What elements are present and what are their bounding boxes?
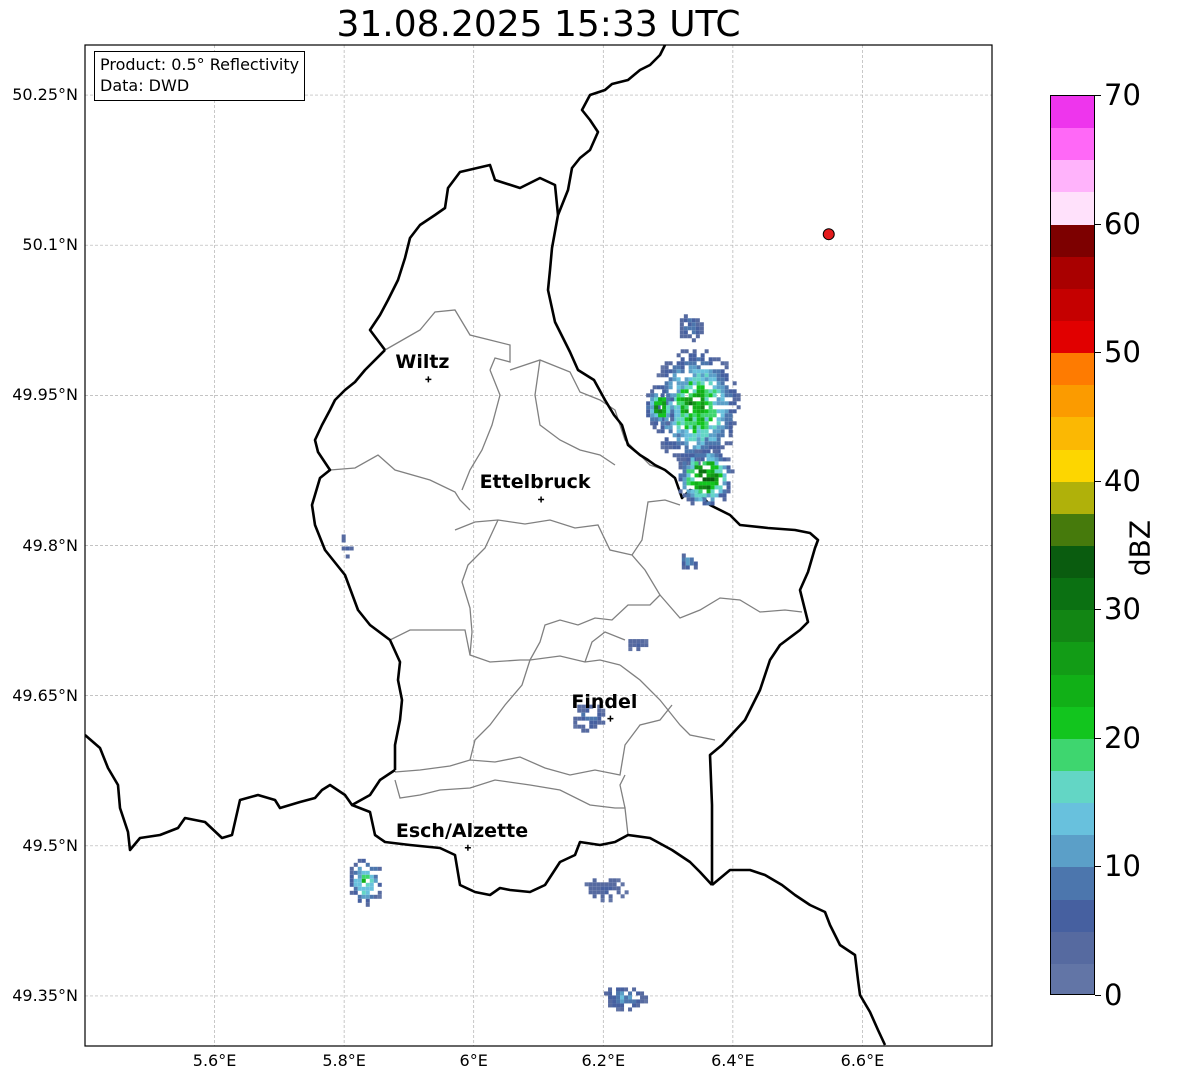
- colorbar-segment: [1051, 385, 1094, 418]
- colorbar-tick-label: 0: [1104, 978, 1123, 1012]
- radar-echo-cell: [678, 449, 735, 506]
- lat-tick-label: 49.65°N: [12, 685, 78, 705]
- radar-map[interactable]: [0, 0, 1184, 1081]
- lon-tick-label: 6.6°E: [840, 1051, 885, 1070]
- colorbar-segment: [1051, 449, 1094, 482]
- colorbar-segment: [1051, 192, 1094, 225]
- colorbar-segment: [1051, 706, 1094, 739]
- city-marker: [538, 496, 545, 503]
- colorbar-tick-label: 30: [1104, 592, 1141, 627]
- city-markers: [425, 376, 614, 851]
- colorbar-segment: [1051, 545, 1094, 579]
- city-marker: [607, 715, 614, 722]
- colorbar-segment: [1051, 610, 1094, 643]
- graticule-grid: [85, 45, 992, 1046]
- colorbar-segment: [1051, 803, 1094, 836]
- colorbar-tick-mark: [1095, 995, 1101, 996]
- colorbar-tick-mark: [1095, 223, 1101, 225]
- city-label: Esch/Alzette: [395, 819, 529, 842]
- colorbar-segment: [1051, 835, 1094, 868]
- colorbar-segment: [1051, 642, 1094, 675]
- city-marker: [425, 376, 432, 383]
- colorbar-segment: [1051, 288, 1094, 321]
- colorbar-tick-mark: [1095, 866, 1101, 868]
- colorbar-segment: [1051, 867, 1094, 900]
- colorbar-segment: [1051, 256, 1094, 289]
- colorbar-label: dBZ: [1123, 519, 1157, 577]
- lon-tick-label: 6°E: [459, 1051, 488, 1070]
- lon-tick-label: 5.8°E: [322, 1051, 366, 1070]
- lat-tick-label: 49.8°N: [22, 535, 78, 555]
- colorbar-tick-mark: [1095, 609, 1101, 611]
- colorbar-segment: [1051, 320, 1094, 354]
- colorbar-segment: [1051, 674, 1094, 707]
- lat-tick-label: 49.95°N: [12, 385, 78, 405]
- radar-echo-cell: [679, 314, 704, 343]
- city-label: Wiltz: [395, 351, 450, 374]
- colorbar-segment: [1051, 738, 1094, 771]
- radar-echo-cell: [628, 639, 649, 652]
- radar-echo-cell: [349, 858, 382, 907]
- canton-borders: [329, 309, 803, 836]
- lat-tick-label: 50.25°N: [12, 85, 78, 105]
- colorbar-segment: [1051, 578, 1094, 611]
- data-source-label: Data: DWD: [100, 76, 190, 95]
- colorbar: [1050, 95, 1095, 995]
- lat-tick-label: 49.35°N: [12, 985, 78, 1005]
- product-label: Product: 0.5° Reflectivity: [100, 55, 300, 74]
- colorbar-tick-label: 70: [1104, 78, 1141, 112]
- lon-tick-label: 6.2°E: [581, 1051, 626, 1070]
- colorbar-segment: [1051, 160, 1094, 193]
- colorbar-segment: [1051, 770, 1094, 804]
- radar-site-marker: [822, 228, 835, 241]
- lon-tick-label: 6.4°E: [711, 1051, 755, 1070]
- radar-echo-cell: [681, 553, 698, 570]
- colorbar-segment: [1051, 899, 1094, 932]
- colorbar-tick-mark: [1095, 480, 1101, 482]
- colorbar-segment: [1051, 931, 1094, 964]
- country-borders: [85, 45, 887, 1046]
- colorbar-segment: [1051, 481, 1094, 514]
- colorbar-tick-mark: [1095, 737, 1101, 739]
- colorbar-segment: [1051, 353, 1094, 386]
- colorbar-segment: [1051, 96, 1094, 129]
- info-box: Product: 0.5° Reflectivity Data: DWD: [94, 51, 306, 101]
- lat-tick-label: 50.1°N: [22, 235, 78, 255]
- colorbar-tick-label: 20: [1104, 720, 1141, 755]
- colorbar-tick-label: 40: [1104, 463, 1141, 498]
- city-label: Ettelbruck: [479, 471, 591, 494]
- colorbar-tick-mark: [1095, 95, 1101, 96]
- colorbar-tick-label: 10: [1104, 849, 1141, 884]
- colorbar-segment: [1051, 513, 1094, 546]
- colorbar-segment: [1051, 417, 1094, 450]
- colorbar-tick-label: 50: [1104, 335, 1141, 370]
- colorbar-tick-label: 60: [1104, 206, 1141, 241]
- radar-echo-cell: [584, 878, 629, 903]
- colorbar-segment: [1051, 128, 1094, 161]
- radar-echo-cell: [604, 987, 649, 1012]
- radar-echoes: [341, 314, 741, 1012]
- colorbar-segment: [1051, 963, 1094, 994]
- colorbar-tick-mark: [1095, 352, 1101, 354]
- radar-echo-cell: [341, 534, 354, 559]
- city-label: Findel: [571, 690, 638, 713]
- lon-tick-label: 5.6°E: [192, 1051, 237, 1070]
- colorbar-segment: [1051, 224, 1094, 257]
- lat-tick-label: 49.5°N: [22, 835, 78, 855]
